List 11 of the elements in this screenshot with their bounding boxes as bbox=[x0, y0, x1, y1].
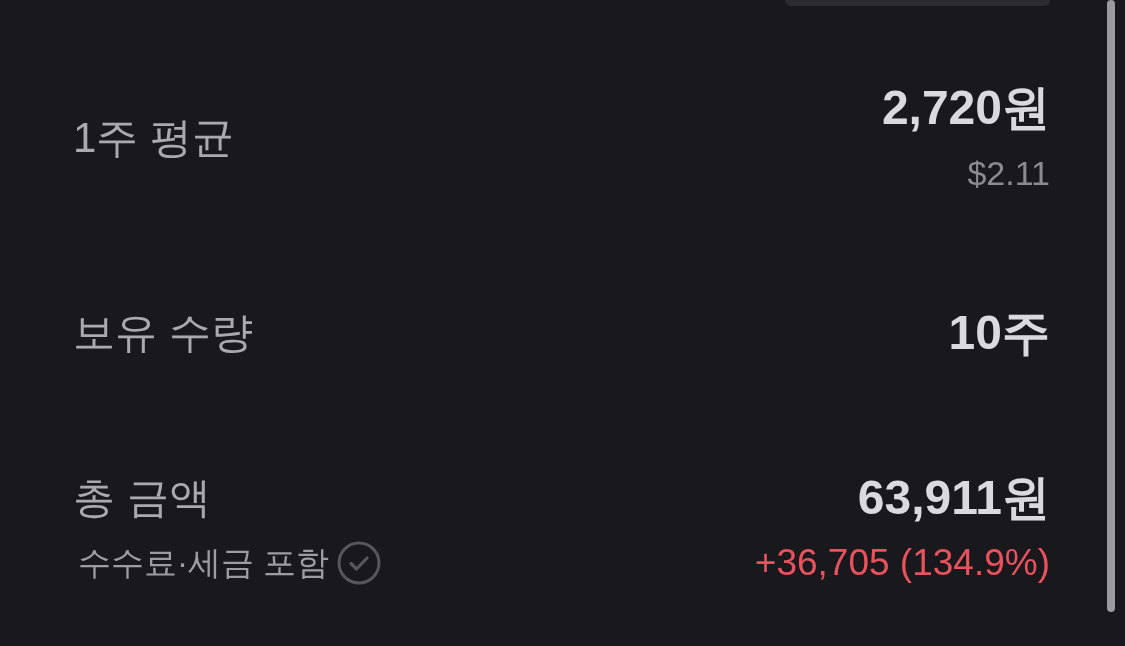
row-value: 10주 bbox=[948, 306, 1050, 359]
dollar-value: $2.11 bbox=[967, 152, 1050, 194]
row-value: 63,911원 bbox=[857, 471, 1050, 524]
check-circle-icon[interactable] bbox=[337, 540, 382, 585]
row-label: 1주 평균 bbox=[73, 112, 235, 163]
row-value: 2,720원 bbox=[881, 81, 1050, 134]
profit-change: +36,705 (134.9%) bbox=[754, 541, 1050, 584]
scrollbar[interactable] bbox=[1107, 0, 1115, 612]
fee-tax-note: 수수료·세금 포함 bbox=[78, 542, 330, 583]
row-label: 총 금액 bbox=[73, 472, 211, 523]
row-label: 보유 수량 bbox=[73, 307, 253, 358]
